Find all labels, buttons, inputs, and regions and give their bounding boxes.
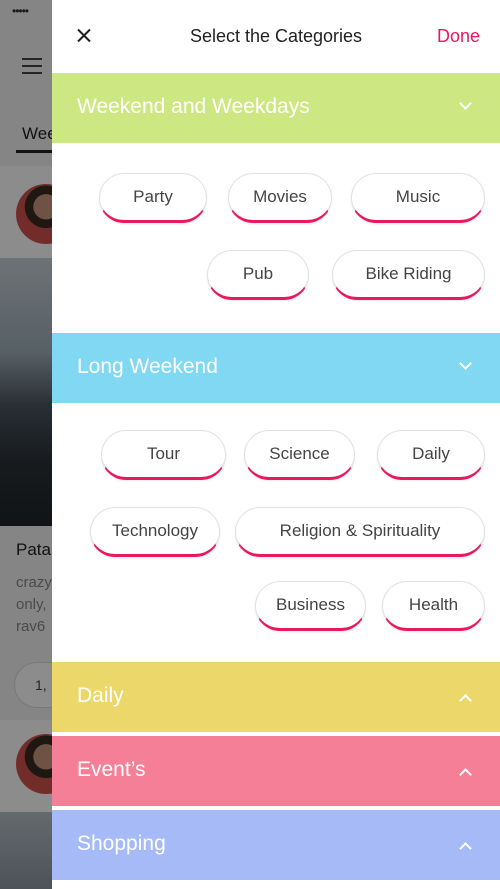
- category-chip[interactable]: Technology: [90, 507, 220, 557]
- chevron-up-icon: [459, 694, 472, 707]
- category-chip[interactable]: Movies: [228, 173, 332, 223]
- section-header-long-weekend[interactable]: Long Weekend: [52, 333, 500, 403]
- section-body-long-weekend: Tour Science Daily Technology Religion &…: [52, 403, 500, 662]
- section-label: Long Weekend: [77, 355, 218, 378]
- category-chip[interactable]: Bike Riding: [332, 250, 485, 300]
- section-label: Daily: [77, 684, 124, 707]
- section-label: Event’s: [77, 758, 146, 781]
- section-header-shopping[interactable]: Shopping: [52, 810, 500, 880]
- category-chip[interactable]: Science: [244, 430, 355, 480]
- done-button[interactable]: Done: [437, 26, 480, 47]
- category-sheet: Select the Categories Done Weekend and W…: [52, 0, 500, 889]
- page-title: Select the Categories: [189, 26, 363, 46]
- category-chip[interactable]: Tour: [101, 430, 226, 480]
- section-header-events[interactable]: Event’s: [52, 736, 500, 806]
- category-chip[interactable]: Daily: [377, 430, 485, 480]
- section-label: Weekend and Weekdays: [77, 95, 310, 118]
- section-label: Shopping: [77, 832, 166, 855]
- category-chip[interactable]: Party: [99, 173, 207, 223]
- category-chip[interactable]: Business: [255, 581, 366, 631]
- section-body-weekend-and-weekdays: Party Movies Music Pub Bike Riding: [52, 143, 500, 333]
- section-header-daily[interactable]: Daily: [52, 662, 500, 732]
- chevron-down-icon: [459, 97, 472, 110]
- section-header-weekend-and-weekdays[interactable]: Weekend and Weekdays: [52, 73, 500, 143]
- close-icon[interactable]: [72, 24, 96, 48]
- chevron-up-icon: [459, 842, 472, 855]
- category-chip[interactable]: Health: [382, 581, 485, 631]
- chevron-down-icon: [459, 357, 472, 370]
- category-chip[interactable]: Religion & Spirituality: [235, 507, 485, 557]
- category-chip[interactable]: Music: [351, 173, 485, 223]
- sheet-header: Select the Categories Done: [52, 0, 500, 73]
- category-chip[interactable]: Pub: [207, 250, 309, 300]
- chevron-up-icon: [459, 768, 472, 781]
